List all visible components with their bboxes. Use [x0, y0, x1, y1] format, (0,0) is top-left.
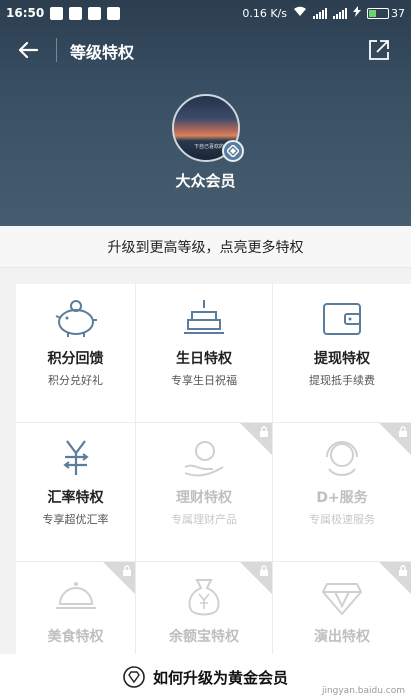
member-badge-icon	[222, 140, 244, 162]
lock-icon	[260, 565, 268, 576]
signal-icon	[333, 7, 347, 19]
watermark: jingyan.baidu.com	[321, 686, 405, 696]
privilege-item-exchange[interactable]: 汇率特权 专享超优汇率	[16, 423, 136, 562]
privilege-title: 理财特权	[176, 490, 232, 506]
avatar-container[interactable]: 下自己喜欢的事情	[172, 94, 244, 162]
privilege-item-withdraw[interactable]: 提现特权 提现抵手续费	[273, 284, 411, 423]
image-notification-icon	[88, 6, 102, 20]
exchange-yen-icon	[62, 440, 89, 475]
nav-divider	[56, 38, 57, 62]
privilege-item-points[interactable]: 积分回馈 积分兑好礼	[16, 284, 136, 423]
privilege-subtitle: 专属理财产品	[171, 513, 237, 526]
arrow-left-icon	[18, 41, 38, 59]
lock-icon	[399, 565, 407, 576]
header-background: 16:50 0.16 K/s 37 等级特权 下自己喜欢的事情 大众会员	[0, 0, 411, 226]
privilege-item-dplus[interactable]: D+服务 专属极速服务	[273, 423, 411, 562]
status-bar: 16:50 0.16 K/s 37	[0, 0, 411, 26]
status-time: 16:50	[6, 6, 45, 20]
privilege-title: 积分回馈	[47, 351, 104, 367]
privilege-subtitle: 提现抵手续费	[309, 374, 375, 387]
lock-icon	[123, 565, 131, 576]
charging-icon	[353, 6, 361, 20]
upgrade-banner: 升级到更高等级，点亮更多特权	[0, 226, 411, 268]
birthday-cake-icon	[184, 300, 224, 334]
diamond-badge-icon	[123, 666, 145, 688]
nav-bar: 等级特权	[0, 30, 411, 70]
back-button[interactable]	[14, 36, 42, 64]
piggy-bank-icon	[55, 300, 97, 337]
hand-coin-icon	[184, 441, 224, 477]
page-title: 等级特权	[70, 43, 135, 62]
battery-indicator: 37	[367, 7, 405, 20]
lock-icon	[399, 426, 407, 437]
privilege-subtitle: 专享生日祝福	[171, 374, 237, 387]
privilege-subtitle: 积分兑好礼	[48, 374, 103, 387]
network-speed: 0.16 K/s	[242, 6, 287, 20]
privilege-title: 提现特权	[314, 351, 370, 367]
privilege-subtitle: 专享超优汇率	[42, 513, 109, 526]
privilege-title: 演出特权	[314, 629, 370, 645]
privilege-grid: 积分回馈 积分兑好礼 生日特权 专享生日祝福 提现特权 提现抵手续费 汇率特权 …	[16, 284, 411, 700]
member-level-name: 大众会员	[175, 172, 236, 190]
lock-icon	[260, 426, 268, 437]
upgrade-help-label: 如何升级为黄金会员	[152, 668, 288, 687]
privilege-item-finance[interactable]: 理财特权 专属理财产品	[136, 423, 273, 562]
privilege-item-birthday[interactable]: 生日特权 专享生日祝福	[136, 284, 273, 423]
notification-icon	[50, 6, 64, 20]
diamond-icon	[321, 583, 363, 616]
headset-icon	[326, 441, 358, 476]
share-button[interactable]	[365, 36, 393, 64]
wifi-icon	[293, 6, 307, 20]
privilege-title: 余额宝特权	[169, 629, 239, 645]
privilege-title: 美食特权	[47, 629, 104, 645]
privilege-title: 汇率特权	[47, 490, 104, 506]
food-cloche-icon	[55, 582, 96, 609]
privilege-subtitle: 专属极速服务	[309, 513, 375, 526]
share-icon	[369, 40, 389, 60]
notification-icon	[69, 6, 83, 20]
privilege-title: D+服务	[316, 490, 368, 506]
signal-icon	[313, 7, 327, 19]
privilege-title: 生日特权	[176, 351, 232, 367]
money-bag-icon	[188, 579, 220, 616]
wallet-icon	[323, 303, 361, 335]
mail-notification-icon	[107, 6, 121, 20]
